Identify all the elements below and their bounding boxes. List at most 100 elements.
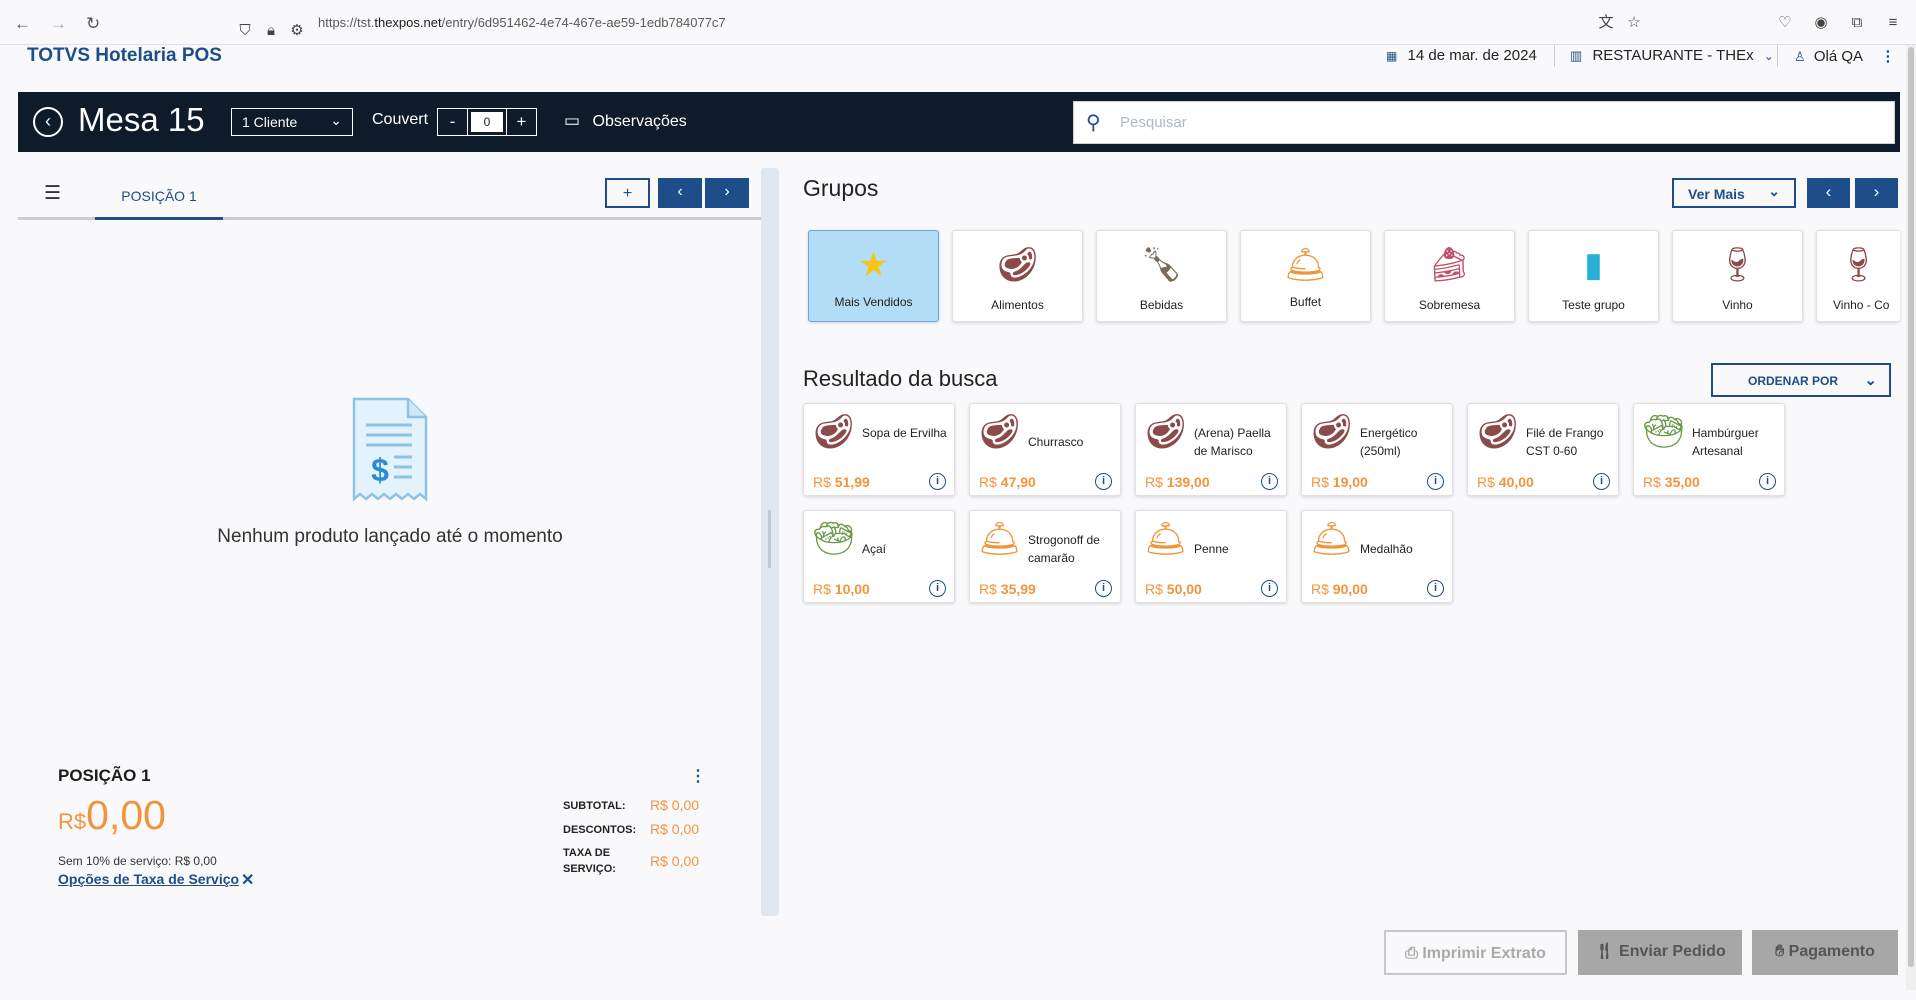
page-scrollbar[interactable] <box>1906 45 1916 990</box>
product-card[interactable]: 🥩︎ Energético (250ml) R$ 19,00 i <box>1301 403 1453 496</box>
group-teste-grupo[interactable]: ▮ Teste grupo <box>1528 230 1659 322</box>
translate-icon[interactable]: 文 <box>1597 14 1615 32</box>
print-statement-button[interactable]: ⎙ Imprimir Extrato <box>1384 930 1567 975</box>
panel-resize-handle[interactable] <box>761 168 779 916</box>
kebab-menu-icon[interactable]: ⋮ <box>1880 48 1895 65</box>
info-icon[interactable]: i <box>1095 473 1112 490</box>
product-name: Churrasco <box>1028 435 1084 449</box>
info-icon[interactable]: i <box>1759 473 1776 490</box>
user-menu[interactable]: ♙ Olá QA ⋮ <box>1794 47 1895 65</box>
see-more-label: Ver Mais <box>1688 186 1745 202</box>
divider <box>1777 45 1778 67</box>
product-card[interactable]: 🥩︎ Churrasco R$ 47,90 i <box>969 403 1121 496</box>
summary-title: POSIÇÃO 1 <box>58 766 151 785</box>
url-bar[interactable]: ⛉ 🔒︎ ⚙ https://tst.thexpos.net/entry/6d9… <box>230 8 1640 40</box>
kebab-menu-icon[interactable]: ⋮ <box>690 766 706 786</box>
tab-position-1[interactable]: POSIÇÃO 1 <box>95 168 223 220</box>
comment-icon: ▭ <box>564 111 581 130</box>
user-greeting: Olá QA <box>1813 48 1863 65</box>
back-arrow-icon[interactable]: ← <box>14 14 31 34</box>
receipt-list-icon[interactable]: ☰ <box>44 182 61 205</box>
group-mais-vendidos[interactable]: ★ Mais Vendidos <box>808 230 939 322</box>
service-fee-label-1: TAXA DE <box>563 847 611 859</box>
order-bar: ‹ Mesa 15 1 Cliente ⌄ Couvert - 0 + ▭ Ob… <box>18 92 1900 152</box>
send-order-button[interactable]: 🍴︎ Enviar Pedido <box>1578 930 1742 975</box>
grip-handle[interactable] <box>768 510 771 568</box>
product-card[interactable]: 🥗︎ Hambúrguer Artesanal R$ 35,00 i <box>1633 403 1785 496</box>
info-icon[interactable]: i <box>929 580 946 597</box>
building-icon: ▥ <box>1570 48 1583 63</box>
lock-icon[interactable]: 🔒︎ <box>262 22 280 40</box>
bookmark-star-icon[interactable]: ☆ <box>1625 14 1643 32</box>
steak-icon: 🥩︎ <box>1310 413 1354 451</box>
product-card[interactable]: 🥩︎ Sopa de Ervilha R$ 51,99 i <box>803 403 955 496</box>
url-text[interactable]: https://tst.thexpos.net/entry/6d951462-4… <box>318 15 726 30</box>
extensions-icon[interactable]: ⧉ <box>1848 14 1866 32</box>
cloche-icon: 🛎︎ <box>1310 520 1354 558</box>
receipt-dollar-icon: $ <box>352 397 428 502</box>
info-icon[interactable]: i <box>1427 580 1444 597</box>
search-input[interactable]: ⚲ Pesquisar <box>1073 101 1895 144</box>
info-icon[interactable]: i <box>1427 473 1444 490</box>
couvert-stepper[interactable]: - 0 + <box>437 108 537 136</box>
next-position-button[interactable]: › <box>705 178 749 208</box>
groups-next-button[interactable]: › <box>1855 178 1898 208</box>
group-vinho-co[interactable]: 🍷︎ Vinho - Co <box>1816 230 1900 322</box>
product-card[interactable]: 🥩︎ Filé de Frango CST 0-60 R$ 40,00 i <box>1467 403 1619 496</box>
forward-arrow-icon[interactable]: → <box>50 14 67 34</box>
group-alimentos[interactable]: 🥩︎ Alimentos <box>952 230 1083 322</box>
add-position-button[interactable]: + <box>605 178 650 208</box>
see-more-button[interactable]: Ver Mais ⌄ <box>1672 178 1796 208</box>
product-card[interactable]: 🥗︎ Açaí R$ 10,00 i <box>803 510 955 603</box>
permissions-icon[interactable]: ⚙ <box>288 22 306 40</box>
svg-text:$: $ <box>371 452 389 488</box>
group-bebidas[interactable]: 🍾︎ Bebidas <box>1096 230 1227 322</box>
product-price: R$ 50,00 <box>1145 581 1202 597</box>
product-price: R$ 90,00 <box>1311 581 1368 597</box>
info-icon[interactable]: i <box>1095 580 1112 597</box>
cutlery-icon: 🍴︎ <box>1594 943 1615 960</box>
shield-icon[interactable]: ⛉ <box>236 22 254 40</box>
search-placeholder: Pesquisar <box>1120 114 1187 131</box>
empty-message: Nenhum produto lançado até o momento <box>217 526 563 547</box>
groups-prev-button[interactable]: ‹ <box>1807 178 1850 208</box>
wine-icon: 🍷︎ <box>1837 246 1881 284</box>
group-label: Vinho <box>1722 298 1753 312</box>
observations-button[interactable]: ▭ Observações <box>564 111 687 131</box>
service-fee-value: R$ 0,00 <box>650 853 700 869</box>
service-options-link[interactable]: Opções de Taxa de Serviço <box>58 871 239 887</box>
prev-position-button[interactable]: ‹ <box>658 178 702 208</box>
info-icon[interactable]: i <box>1261 473 1278 490</box>
info-icon[interactable]: i <box>1593 473 1610 490</box>
reload-icon[interactable]: ↻ <box>86 14 100 34</box>
group-label: Alimentos <box>991 298 1044 312</box>
info-icon[interactable]: i <box>1261 580 1278 597</box>
couvert-plus-button[interactable]: + <box>506 109 536 135</box>
restaurant-select[interactable]: ▥ RESTAURANTE - THEx ⌄ <box>1570 47 1774 64</box>
close-icon[interactable]: ✕ <box>241 870 254 890</box>
pocket-icon[interactable]: ♡ <box>1776 14 1794 32</box>
divider <box>1554 45 1555 67</box>
product-price: R$ 40,00 <box>1477 474 1534 490</box>
account-icon[interactable]: ◉ <box>1812 14 1830 32</box>
can-icon: ▮ <box>1584 246 1603 284</box>
chevron-down-icon: ⌄ <box>1763 49 1774 63</box>
product-card[interactable]: 🥩︎ (Arena) Paella de Marisco R$ 139,00 i <box>1135 403 1287 496</box>
product-card[interactable]: 🛎︎ Strogonoff de camarão R$ 35,99 i <box>969 510 1121 603</box>
scrollbar-thumb[interactable] <box>1908 47 1914 967</box>
group-vinho[interactable]: 🍷︎ Vinho <box>1672 230 1803 322</box>
info-icon[interactable]: i <box>929 473 946 490</box>
order-by-select[interactable]: ORDENAR POR ⌄ <box>1711 363 1891 397</box>
search-icon: ⚲ <box>1086 112 1101 134</box>
payment-button[interactable]: ✋︎ Pagamento <box>1752 930 1898 975</box>
menu-icon[interactable]: ≡ <box>1884 14 1902 32</box>
group-buffet[interactable]: 🛎︎ Buffet <box>1240 230 1371 322</box>
couvert-value-input[interactable]: 0 <box>471 112 503 132</box>
product-card[interactable]: 🛎︎ Medalhão R$ 90,00 i <box>1301 510 1453 603</box>
couvert-minus-button[interactable]: - <box>438 109 468 135</box>
group-sobremesa[interactable]: 🍰︎ Sobremesa <box>1384 230 1515 322</box>
client-select[interactable]: 1 Cliente ⌄ <box>231 108 353 136</box>
back-circle-icon[interactable]: ‹ <box>33 107 63 137</box>
product-card[interactable]: 🛎︎ Penne R$ 50,00 i <box>1135 510 1287 603</box>
discounts-label: DESCONTOS: <box>563 824 637 836</box>
